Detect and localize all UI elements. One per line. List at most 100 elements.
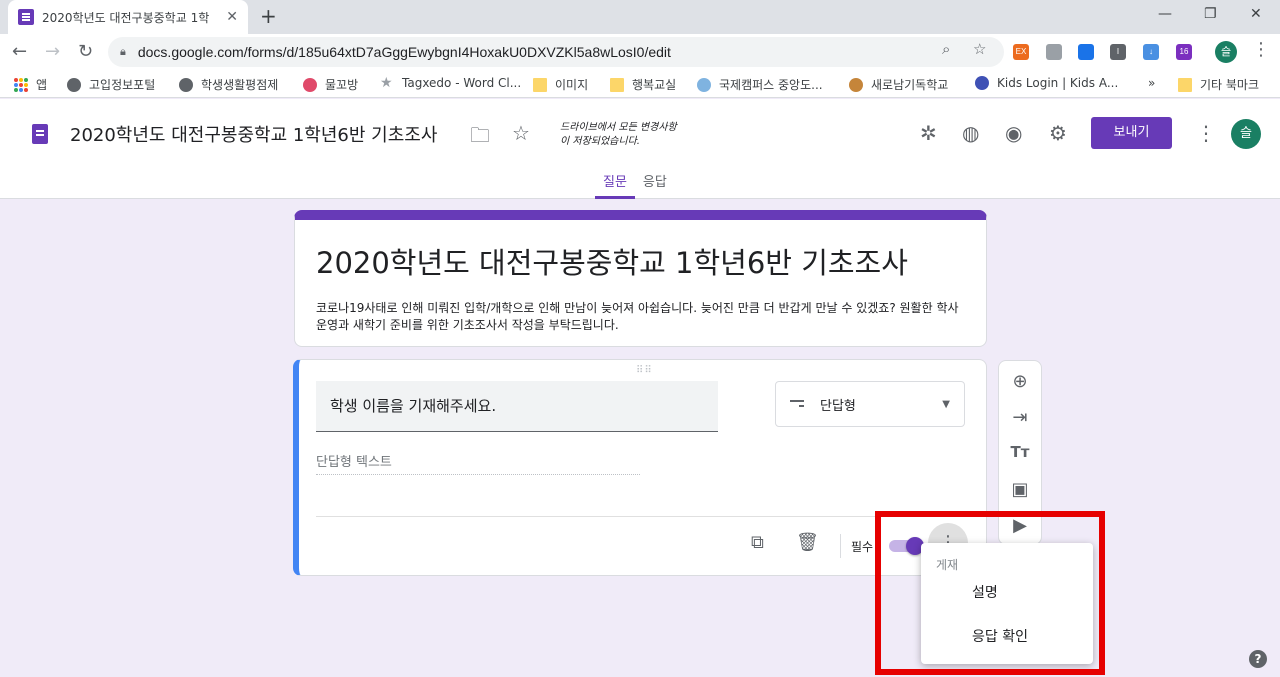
back-icon[interactable]: ← [12,41,27,62]
bookmark-label: Kids Login | Kids A... [997,76,1119,90]
bookmark-star-icon[interactable]: ☆ [973,40,986,58]
drag-handle-icon[interactable]: ⠿⠿ [636,365,653,376]
folder-move-icon[interactable]: 🗀︎ [470,121,490,155]
other-bookmarks[interactable]: 기타 북마크 [1178,76,1259,93]
bookmark-item[interactable]: 물꼬방 [303,76,358,93]
close-window-icon[interactable]: ✕ [1250,6,1262,22]
bookmark-item[interactable]: 이미지 [533,76,588,93]
add-image-icon[interactable]: ▣ [1009,479,1031,500]
apps-grid-icon [14,77,28,92]
bookmark-item[interactable]: ★ Tagxedo - Word Cl... [380,76,521,90]
tab-title: 2020학년도 대전구봉중학교 1학 [42,10,210,25]
answer-placeholder: 단답형 텍스트 [316,451,640,475]
addon-puzzle-icon[interactable]: ✲ [920,121,937,145]
dropdown-arrow-icon: ▼ [942,398,950,410]
cloud-icon [697,77,711,92]
bookmarks-bar: 앱 고입정보포털 학생생활평점제 물꼬방 ★ Tagxedo - Word Cl.… [0,70,1280,98]
bookmark-label: 앱 [36,78,48,92]
star-icon[interactable]: ☆ [512,121,530,145]
form-description[interactable]: 코로나19사태로 인해 미뤄진 입학/개학으로 인해 만남이 늦어져 아쉽습니다… [316,300,966,334]
import-questions-icon[interactable]: ⇥ [1009,407,1031,428]
address-bar[interactable]: 🔒︎ docs.google.com/forms/d/185u64xtD7aGg… [108,37,1004,67]
save-status-line: 이 저장되었습니다. [560,136,640,147]
form-title[interactable]: 2020학년도 대전구봉중학교 1학년6반 기초조사 [316,240,908,282]
chrome-menu-icon[interactable]: ⋮ [1252,39,1270,60]
folder-icon [533,77,547,92]
tab-responses[interactable]: 응답 [635,171,675,199]
more-vert-icon[interactable]: ⋮ [1196,121,1216,145]
required-label: 필수 [851,540,874,554]
question-title-input[interactable]: 학생 이름을 기재해주세요. [316,381,718,432]
bookmark-item[interactable]: 고입정보포털 [67,76,155,93]
duplicate-icon[interactable]: ⧉ [751,532,764,553]
close-tab-icon[interactable]: ✕ [226,9,238,25]
extension-pin-icon[interactable] [1078,44,1094,60]
bookmark-label: 고입정보포털 [89,78,156,92]
extension-screen-icon[interactable] [1046,44,1062,60]
extension-ex-icon[interactable]: EX [1013,44,1029,60]
url-text: docs.google.com/forms/d/185u64xtD7aGggEw… [137,44,671,60]
forms-logo-icon[interactable] [32,124,48,144]
short-answer-icon [790,399,804,409]
bookmark-label: Tagxedo - Word Cl... [402,76,522,90]
forms-favicon-icon [18,9,34,25]
bookmark-label: 기타 북마크 [1200,78,1260,92]
form-title-card[interactable]: 2020학년도 대전구봉중학교 1학년6반 기초조사 코로나19사태로 인해 미… [294,210,987,347]
bookmark-item[interactable]: 학생생활평점제 [179,76,278,93]
bookmark-label: 학생생활평점제 [201,78,279,92]
question-type-dropdown[interactable]: 단답형 ▼ [775,381,965,427]
divider [840,534,841,558]
bookmark-apps[interactable]: 앱 [14,76,47,93]
help-icon[interactable]: ? [1249,650,1267,668]
add-question-icon[interactable]: ⊕ [1009,371,1031,392]
folder-icon [610,77,624,92]
divider [316,516,966,517]
chrome-profile-avatar[interactable]: 슬 [1215,41,1237,63]
globe-icon [67,77,81,92]
star-icon: ★ [380,75,393,91]
document-title[interactable]: 2020학년도 대전구봉중학교 1학년6반 기초조사 [70,121,437,147]
kids-icon [975,76,989,90]
bookmark-label: 물꼬방 [325,78,359,92]
bookmark-item[interactable]: 국제캠퍼스 중앙도... [697,76,823,93]
tab-questions[interactable]: 질문 [595,171,635,199]
preview-eye-icon[interactable]: ◉ [1005,121,1022,145]
forms-header: 2020학년도 대전구봉중학교 1학년6반 기초조사 🗀︎ ☆ 드라이브에서 모… [0,99,1280,199]
globe-icon [179,77,193,92]
reload-icon[interactable]: ↻ [78,41,93,62]
save-status-line: 드라이브에서 모든 변경사항 [560,122,677,133]
browser-tab[interactable]: 2020학년도 대전구봉중학교 1학 ✕ [8,0,248,34]
send-button[interactable]: 보내기 [1091,117,1172,149]
lock-icon: 🔒︎ [120,45,126,58]
bookmark-label: 국제캠퍼스 중앙도... [719,78,823,92]
bookmark-item[interactable]: 새로남기독학교 [849,76,948,93]
minimize-icon[interactable]: — [1158,6,1172,22]
new-tab-icon[interactable]: + [260,4,277,28]
bookmark-label: 새로남기독학교 [871,78,949,92]
browser-tab-strip: 2020학년도 대전구봉중학교 1학 ✕ + — ❐ ✕ [0,0,1280,34]
overflow-chevron-icon: » [1148,76,1156,90]
browser-toolbar: ← → ↻ 🔒︎ docs.google.com/forms/d/185u64x… [0,34,1280,70]
highlight-box [875,511,1105,675]
mulggobang-icon [303,77,317,92]
bookmark-item[interactable]: 행복교실 [610,76,676,93]
save-status: 드라이브에서 모든 변경사항 이 저장되었습니다. [560,121,677,149]
forward-icon[interactable]: → [45,41,60,62]
restore-icon[interactable]: ❐ [1204,6,1217,22]
bookmark-label: 행복교실 [632,78,677,92]
avatar[interactable]: 슬 [1231,119,1261,149]
zoom-icon[interactable]: ⌕ [942,40,950,58]
bookmark-item[interactable]: Kids Login | Kids A... [975,76,1118,90]
form-tabs: 질문 응답 [595,171,675,199]
palette-icon[interactable]: ◍ [962,121,979,145]
folder-icon [1178,77,1192,92]
bookmarks-overflow[interactable]: » [1148,76,1155,90]
add-title-text-icon[interactable]: Tт [1009,443,1031,461]
question-type-label: 단답형 [820,398,856,414]
extension-i-icon[interactable]: I [1110,44,1126,60]
delete-trash-icon[interactable]: 🗑︎ [796,532,819,553]
extension-badge-icon[interactable]: 16 [1176,44,1192,60]
bookmark-label: 이미지 [555,78,589,92]
settings-gear-icon[interactable]: ⚙ [1049,121,1067,145]
extension-download-icon[interactable]: ↓ [1143,44,1159,60]
